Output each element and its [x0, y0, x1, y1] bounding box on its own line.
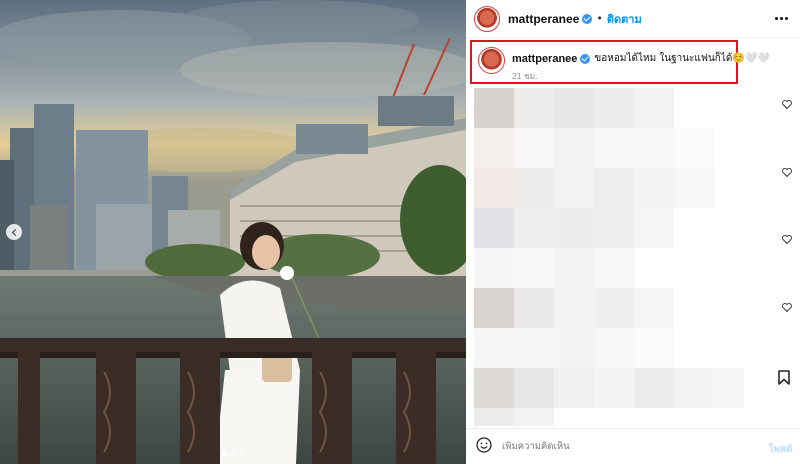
heart-icon[interactable] — [782, 168, 792, 177]
post-header: mattperanee • ติดตาม — [466, 0, 800, 38]
carousel-prev-button[interactable] — [6, 224, 22, 240]
photo-illustration — [0, 0, 466, 464]
bookmark-icon[interactable] — [777, 370, 791, 389]
comment-composer: โพสต์ — [466, 428, 800, 464]
comments-list[interactable] — [466, 88, 800, 426]
heart-icon[interactable] — [782, 100, 792, 109]
caption-text: ขอหอมได้ไหม ในฐานะแฟนก็ได้☺️🤍🤍 — [594, 53, 770, 64]
carousel-dot — [239, 451, 245, 456]
heart-icon[interactable] — [782, 303, 792, 312]
verified-badge-icon — [580, 53, 591, 64]
comment-input[interactable] — [502, 441, 742, 452]
carousel-dot — [221, 451, 227, 456]
carousel-dot — [230, 451, 236, 456]
post-photo[interactable] — [0, 0, 466, 464]
chevron-left-icon — [11, 228, 19, 236]
follow-button[interactable]: ติดตาม — [607, 10, 642, 28]
instagram-post-viewer: mattperanee • ติดตาม mattperanee ขอหอมได… — [0, 0, 800, 464]
post-comment-button[interactable]: โพสต์ — [769, 442, 792, 457]
emoji-icon[interactable] — [476, 436, 492, 457]
heart-icon[interactable] — [782, 235, 792, 244]
carousel-dots — [0, 451, 466, 456]
verified-badge-icon — [582, 13, 593, 24]
post-side-panel: mattperanee • ติดตาม mattperanee ขอหอมได… — [466, 0, 800, 464]
caption-username[interactable]: mattperanee — [512, 53, 577, 65]
avatar[interactable] — [474, 5, 500, 32]
caption-line: mattperanee ขอหอมได้ไหม ในฐานะแฟนก็ได้☺️… — [512, 51, 770, 66]
caption-highlight: mattperanee ขอหอมได้ไหม ในฐานะแฟนก็ได้☺️… — [470, 40, 770, 84]
separator-dot: • — [596, 12, 603, 25]
more-options-icon[interactable] — [775, 17, 788, 20]
caption-avatar[interactable] — [478, 47, 505, 74]
post-author-username[interactable]: mattperanee — [508, 12, 579, 26]
caption-timestamp[interactable]: 21 ชม. — [512, 69, 538, 83]
